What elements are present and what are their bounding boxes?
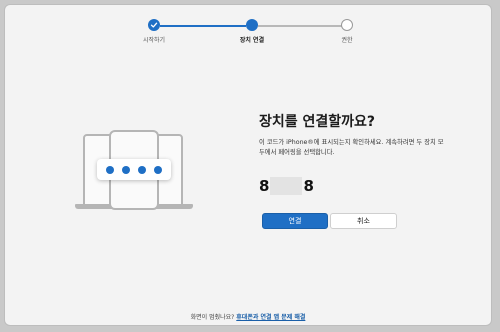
- step-label-start: 시작하기: [142, 37, 166, 44]
- step-label-connect: 장치 연결: [239, 37, 265, 44]
- pairing-code-last-digit: 8: [303, 177, 314, 195]
- setup-stepper: 시작하기 장치 연결 권한: [5, 17, 491, 47]
- device-pairing-illustration: [75, 130, 195, 212]
- page-title: 장치를 연결할까요?: [259, 114, 376, 130]
- step-done-check-icon: [148, 19, 160, 31]
- cancel-button[interactable]: 취소: [330, 213, 397, 229]
- app-window: 시작하기 장치 연결 권한 장치를 연결할까요? 이 코드가 iPhone®에 …: [4, 4, 492, 326]
- pairing-description: 이 코드가 iPhone®에 표시되는지 확인하세요. 계속하려면 두 장치 모…: [259, 139, 444, 156]
- pairing-code-first-digit: 8: [259, 177, 270, 195]
- pin-dot-icon: [106, 165, 114, 174]
- pin-code-card: [97, 159, 171, 180]
- footer-help: 화면이 멈췄나요? 휴대폰과 연결 앱 문제 해결: [5, 312, 491, 321]
- pin-dot-icon: [138, 165, 146, 174]
- step-pending-indicator: [341, 19, 353, 31]
- footer-question: 화면이 멈췄나요?: [190, 314, 235, 321]
- stepper-line-pending: [258, 25, 342, 27]
- pairing-code-redacted: [270, 177, 303, 195]
- troubleshoot-link[interactable]: 휴대폰과 연결 앱 문제 해결: [236, 314, 305, 321]
- step-current-indicator: [246, 19, 258, 31]
- pairing-code: 8 8: [259, 177, 314, 195]
- connect-button[interactable]: 연결: [262, 213, 328, 229]
- step-label-permissions: 권한: [341, 37, 353, 44]
- pin-dot-icon: [154, 165, 162, 174]
- pin-dot-icon: [122, 165, 130, 174]
- stepper-line-completed: [160, 25, 246, 27]
